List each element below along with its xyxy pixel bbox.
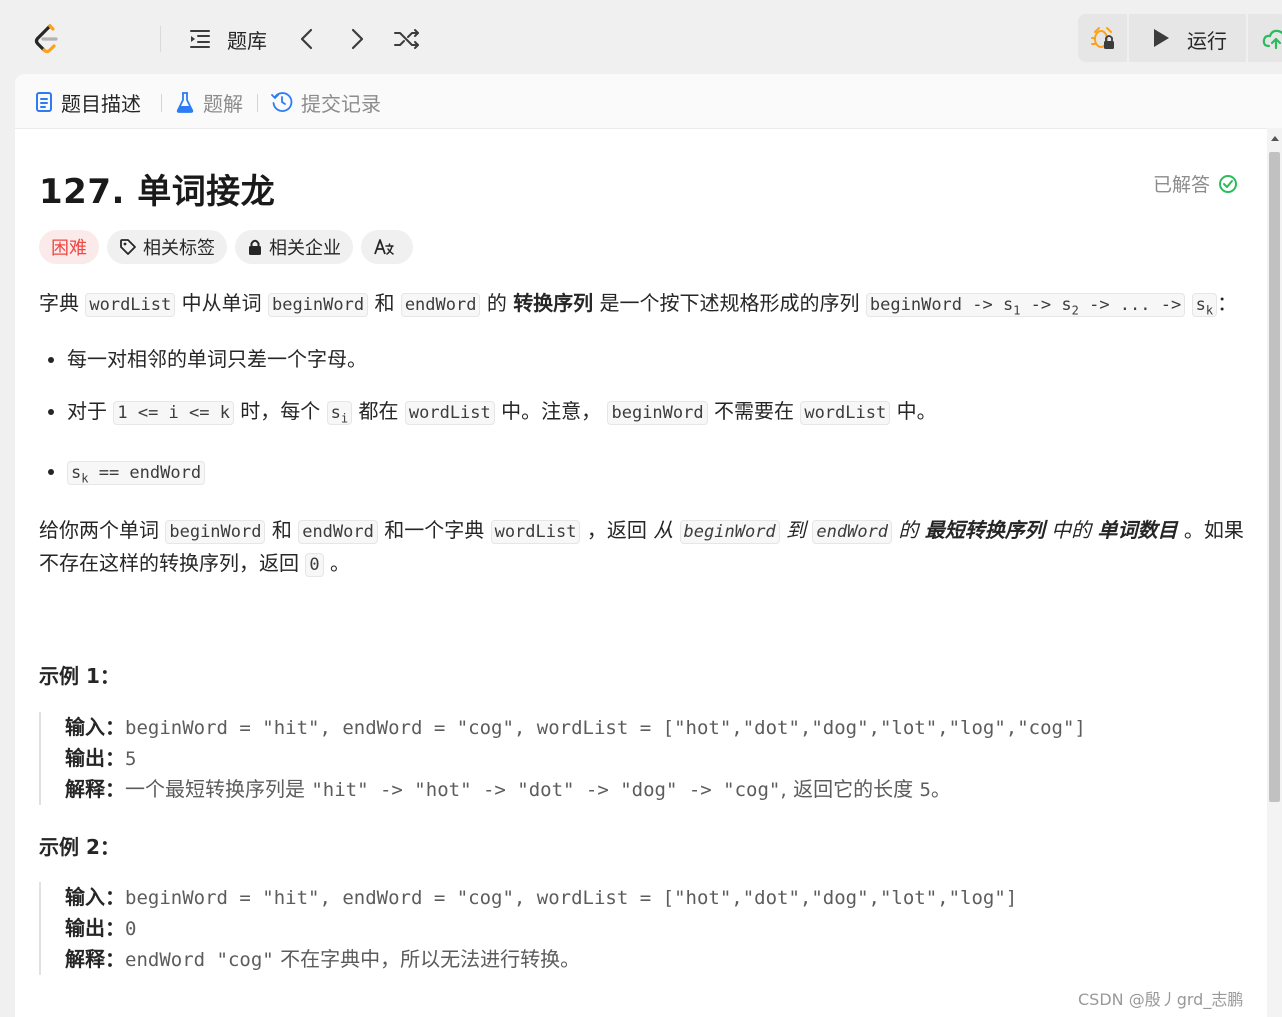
lock-icon [249, 239, 261, 255]
solved-status: 已解答 [1153, 170, 1238, 197]
problem-description: 字典 wordList 中从单词 beginWord 和 endWord 的 转… [39, 288, 1245, 581]
solved-label: 已解答 [1153, 174, 1211, 196]
top-bar: 题库 运行 [0, 0, 1282, 74]
example-1-block: 输入：beginWord = "hit", endWord = "cog", w… [39, 712, 1265, 805]
tab-description[interactable]: 题目描述 [35, 88, 141, 116]
tab-description-label: 题目描述 [61, 91, 141, 116]
code-sequence: beginWord -> s1 -> s2 -> ... -> [865, 293, 1186, 317]
tab-submissions-label: 提交记录 [301, 91, 381, 116]
problem-tags: 困难 相关标签 相关企业 [39, 230, 413, 264]
example-2-input: 输入：beginWord = "hit", endWord = "cog", w… [65, 885, 1018, 909]
description-paragraph-1: 字典 wordList 中从单词 beginWord 和 endWord 的 转… [39, 291, 1238, 318]
example-2-explain: 解释：endWord "cog" 不在字典中，所以无法进行转换。 [65, 947, 581, 971]
translate-icon [374, 239, 394, 255]
history-icon [271, 92, 293, 112]
list-item: sk == endWord [67, 456, 1245, 494]
scroll-up-arrow-icon[interactable] [1271, 136, 1279, 141]
run-button[interactable]: 运行 [1129, 14, 1245, 62]
document-icon [36, 92, 52, 112]
example-1-explain: 解释：一个最短转换序列是 "hit" -> "hot" -> "dot" -> … [65, 777, 951, 801]
list-item: 每一对相邻的单词只差一个字母。 [67, 344, 1245, 375]
chevron-left-icon[interactable] [296, 26, 318, 52]
code-beginword: beginWord [267, 293, 369, 317]
rules-list: 每一对相邻的单词只差一个字母。 对于 1 <= i <= k 时，每个 si 都… [39, 344, 1245, 494]
difficulty-badge: 困难 [39, 230, 99, 264]
problem-title[interactable]: 127. 单词接龙 [39, 164, 275, 213]
topic-tags-label: 相关标签 [143, 238, 215, 259]
example-1-input: 输入：beginWord = "hit", endWord = "cog", w… [65, 715, 1086, 739]
companies-label: 相关企业 [269, 238, 341, 259]
check-circle-icon [1219, 174, 1238, 193]
scroll-thumb[interactable] [1269, 152, 1280, 802]
example-2-block: 输入：beginWord = "hit", endWord = "cog", w… [39, 882, 1265, 975]
tab-solutions-label: 题解 [203, 91, 243, 116]
tab-divider [257, 94, 258, 112]
example-2-output: 输出：0 [65, 916, 137, 940]
chevron-right-icon[interactable] [346, 26, 368, 52]
tab-submissions[interactable]: 提交记录 [271, 88, 381, 116]
tab-divider [161, 94, 162, 112]
translate-button[interactable] [361, 230, 413, 264]
debug-button[interactable] [1080, 14, 1126, 62]
tag-icon [120, 239, 136, 255]
debug-bug-icon [1091, 27, 1114, 49]
panel-tabs: 题目描述 题解 提交记录 [15, 74, 1282, 129]
code-endword: endWord [400, 293, 481, 317]
code-sk: sk [1191, 293, 1218, 317]
leetcode-logo-icon[interactable] [30, 22, 64, 56]
code-wordlist: wordList [85, 293, 176, 317]
topic-tags-button[interactable]: 相关标签 [107, 230, 227, 264]
csdn-watermark: CSDN @殷丿grd_志鹏 [1078, 990, 1244, 1009]
problem-list-label[interactable]: 题库 [227, 25, 267, 54]
example-2-title: 示例 2： [39, 835, 120, 859]
topbar-divider [160, 26, 161, 52]
play-icon [1154, 29, 1169, 47]
cloud-upload-icon[interactable] [1262, 26, 1282, 52]
problem-list-icon[interactable] [187, 26, 213, 52]
list-item: 对于 1 <= i <= k 时，每个 si 都在 wordList 中。注意，… [67, 396, 1245, 434]
toolbar-separator [1246, 14, 1248, 62]
tab-solutions[interactable]: 题解 [175, 88, 243, 116]
companies-button[interactable]: 相关企业 [235, 230, 353, 264]
problem-panel: 题目描述 题解 提交记录 127. 单词接龙 已解答 困难 相关标签 相关企业 … [15, 74, 1282, 1017]
description-paragraph-2: 给你两个单词 beginWord 和 endWord 和一个字典 wordLis… [39, 518, 1244, 578]
bold-transform-sequence: 转换序列 [513, 291, 594, 315]
difficulty-label: 困难 [51, 238, 87, 259]
run-label: 运行 [1187, 29, 1227, 53]
shuffle-icon[interactable] [393, 26, 421, 52]
flask-icon [176, 92, 194, 113]
example-1-output: 输出：5 [65, 746, 137, 770]
example-1-title: 示例 1： [39, 664, 120, 688]
panel-scrollbar[interactable] [1267, 128, 1282, 1017]
